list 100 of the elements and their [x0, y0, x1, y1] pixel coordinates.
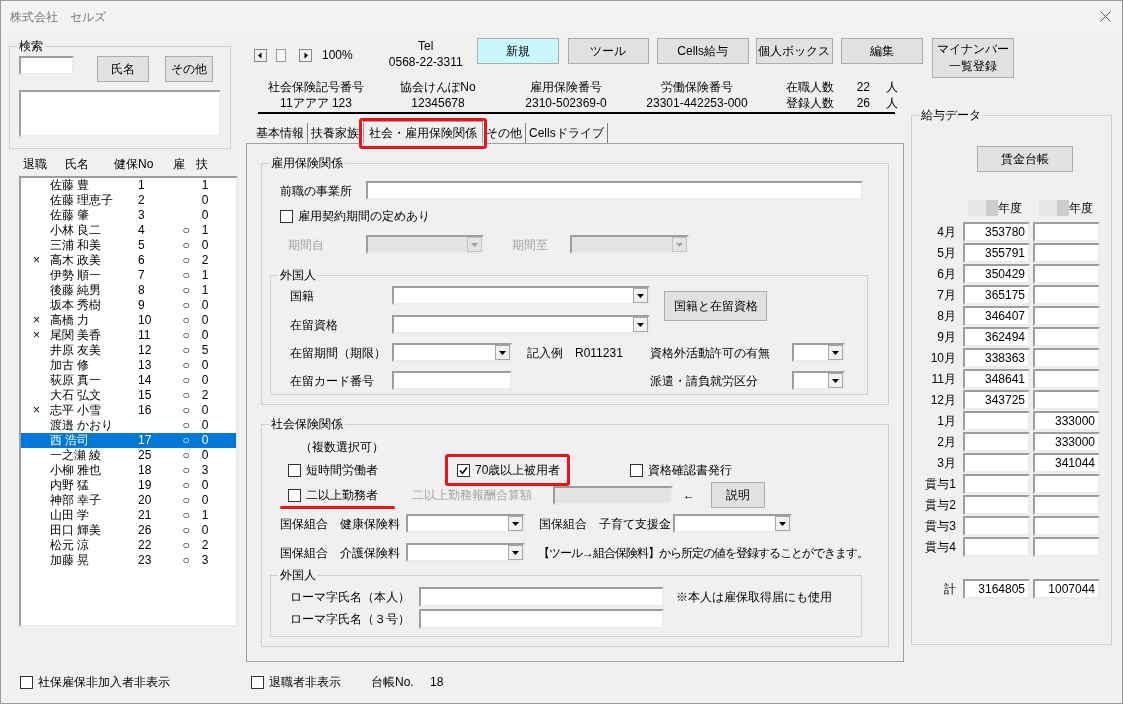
list-row[interactable]: 坂本 秀樹 9 ○ 0: [21, 298, 236, 313]
list-row[interactable]: 佐藤 肇 3 0: [21, 208, 236, 223]
dropdown-field[interactable]: [792, 343, 845, 362]
list-row[interactable]: 三浦 和美 5 ○ 0: [21, 238, 236, 253]
field-label: 社会保険記号番号: [268, 79, 364, 95]
amount-field[interactable]: [963, 516, 1030, 536]
list-row[interactable]: × 尾関 美香 11 ○ 0: [21, 328, 236, 343]
list-row[interactable]: 荻原 真一 14 ○ 0: [21, 373, 236, 388]
button[interactable]: 国籍と在留資格: [664, 291, 767, 321]
amount-field[interactable]: [963, 474, 1030, 494]
amount-field[interactable]: [1033, 306, 1100, 326]
amount-field[interactable]: [1033, 243, 1100, 263]
amount-field[interactable]: [1033, 264, 1100, 284]
amount-field[interactable]: [1033, 348, 1100, 368]
list-row[interactable]: 小柳 雅也 18 ○ 3: [21, 463, 236, 478]
zoom-level: 100%: [322, 47, 353, 64]
amount-field[interactable]: [963, 453, 1030, 473]
checkbox[interactable]: 短時間労働者: [288, 463, 378, 477]
dropdown-field[interactable]: [792, 371, 845, 390]
list-row[interactable]: 伊勢 順一 7 ○ 1: [21, 268, 236, 283]
checkbox[interactable]: 社保雇保非加入者非表示: [20, 675, 170, 689]
dropdown-field[interactable]: [392, 315, 650, 334]
input-field[interactable]: [419, 609, 664, 629]
close-icon[interactable]: [1100, 11, 1111, 22]
list-row[interactable]: 渡邉 かおり ○ 0: [21, 418, 236, 433]
button[interactable]: 編集: [840, 38, 923, 64]
amount-field[interactable]: [1033, 285, 1100, 305]
dropdown-field[interactable]: [406, 514, 525, 533]
list-row[interactable]: 神部 幸子 20 ○ 0: [21, 493, 236, 508]
scroll-thumb[interactable]: [276, 48, 286, 62]
amount-field[interactable]: [1033, 327, 1100, 347]
list-row[interactable]: 加古 修 13 ○ 0: [21, 358, 236, 373]
button[interactable]: 氏名: [97, 56, 149, 82]
amount-field[interactable]: [963, 537, 1030, 557]
amount-field[interactable]: [963, 411, 1030, 431]
amount-field[interactable]: [1033, 495, 1100, 515]
list-row[interactable]: 小林 良二 4 ○ 1: [21, 223, 236, 238]
input-field[interactable]: [392, 371, 512, 390]
button[interactable]: 賃金台帳: [977, 146, 1073, 172]
amount-field[interactable]: 365175: [963, 285, 1030, 305]
amount-field[interactable]: [1033, 516, 1100, 536]
dropdown-field[interactable]: [392, 343, 512, 362]
list-row[interactable]: 西 浩司 17 ○ 0: [21, 433, 236, 448]
amount-field[interactable]: 348641: [963, 369, 1030, 389]
button[interactable]: その他: [165, 56, 213, 82]
checkbox[interactable]: 資格確認書発行: [630, 463, 732, 477]
amount-field[interactable]: [1033, 222, 1100, 242]
input-field[interactable]: [419, 587, 664, 607]
checkbox[interactable]: 二以上勤務者: [288, 488, 378, 502]
dropdown-field[interactable]: [406, 543, 525, 562]
button[interactable]: 新規: [476, 38, 559, 64]
amount-field[interactable]: [1033, 390, 1100, 410]
dropdown-field[interactable]: [392, 286, 650, 305]
amount-field[interactable]: 338363: [963, 348, 1030, 368]
list-row[interactable]: × 高橋 力 10 ○ 0: [21, 313, 236, 328]
amount-field[interactable]: [1033, 369, 1100, 389]
button[interactable]: ツール: [567, 38, 649, 64]
amount-field[interactable]: [963, 495, 1030, 515]
list-row[interactable]: 田口 輝美 26 ○ 0: [21, 523, 236, 538]
list-cell: 加藤 晃: [50, 553, 90, 567]
amount-field[interactable]: 1007044: [1033, 579, 1100, 599]
list-cell: 23: [138, 553, 152, 567]
caret-icon: [633, 317, 648, 332]
input-field[interactable]: [366, 181, 863, 200]
checkbox[interactable]: 雇用契約期間の定めあり: [280, 209, 430, 223]
search-field[interactable]: [19, 56, 74, 75]
dropdown-field[interactable]: [673, 514, 792, 533]
list-row[interactable]: 山田 学 21 ○ 1: [21, 508, 236, 523]
amount-field[interactable]: 3164805: [963, 579, 1030, 599]
list-row[interactable]: 内野 猛 19 ○ 0: [21, 478, 236, 493]
amount-field[interactable]: [1033, 474, 1100, 494]
list-row[interactable]: × 高木 政美 6 ○ 2: [21, 253, 236, 268]
amount-field[interactable]: 355791: [963, 243, 1030, 263]
checkbox[interactable]: 退職者非表示: [251, 675, 341, 689]
amount-field[interactable]: 362494: [963, 327, 1030, 347]
amount-field[interactable]: 346407: [963, 306, 1030, 326]
search-results-field[interactable]: [19, 90, 221, 137]
list-row[interactable]: 佐藤 理恵子 2 0: [21, 193, 236, 208]
amount-field[interactable]: 341044: [1033, 453, 1100, 473]
amount-field[interactable]: 343725: [963, 390, 1030, 410]
button[interactable]: 個人ボックス: [755, 38, 833, 64]
list-row[interactable]: 大石 弘文 15 ○ 2: [21, 388, 236, 403]
employee-list[interactable]: [19, 176, 238, 627]
list-row[interactable]: 松元 涼 22 ○ 2: [21, 538, 236, 553]
amount-field[interactable]: [1033, 537, 1100, 557]
tab[interactable]: 社会・雇用保険関係: [363, 121, 483, 143]
amount-field[interactable]: 333000: [1033, 432, 1100, 452]
amount-field[interactable]: 350429: [963, 264, 1030, 284]
list-row[interactable]: × 志平 小雪 16 ○ 0: [21, 403, 236, 418]
amount-field[interactable]: 333000: [1033, 411, 1100, 431]
button[interactable]: マイナンバー一覧登録: [931, 38, 1014, 78]
list-row[interactable]: 加藤 晃 23 ○ 3: [21, 553, 236, 568]
checkbox[interactable]: 70歳以上被用者: [457, 463, 561, 477]
amount-field[interactable]: 353780: [963, 222, 1030, 242]
list-row[interactable]: 一之瀬 綾 25 ○ 0: [21, 448, 236, 463]
list-row[interactable]: 井原 友美 12 ○ 5: [21, 343, 236, 358]
list-row[interactable]: 佐藤 豊 1 1: [21, 178, 236, 193]
amount-field[interactable]: [963, 432, 1030, 452]
list-row[interactable]: 後藤 純男 8 ○ 1: [21, 283, 236, 298]
button[interactable]: Cells給与: [656, 38, 749, 64]
